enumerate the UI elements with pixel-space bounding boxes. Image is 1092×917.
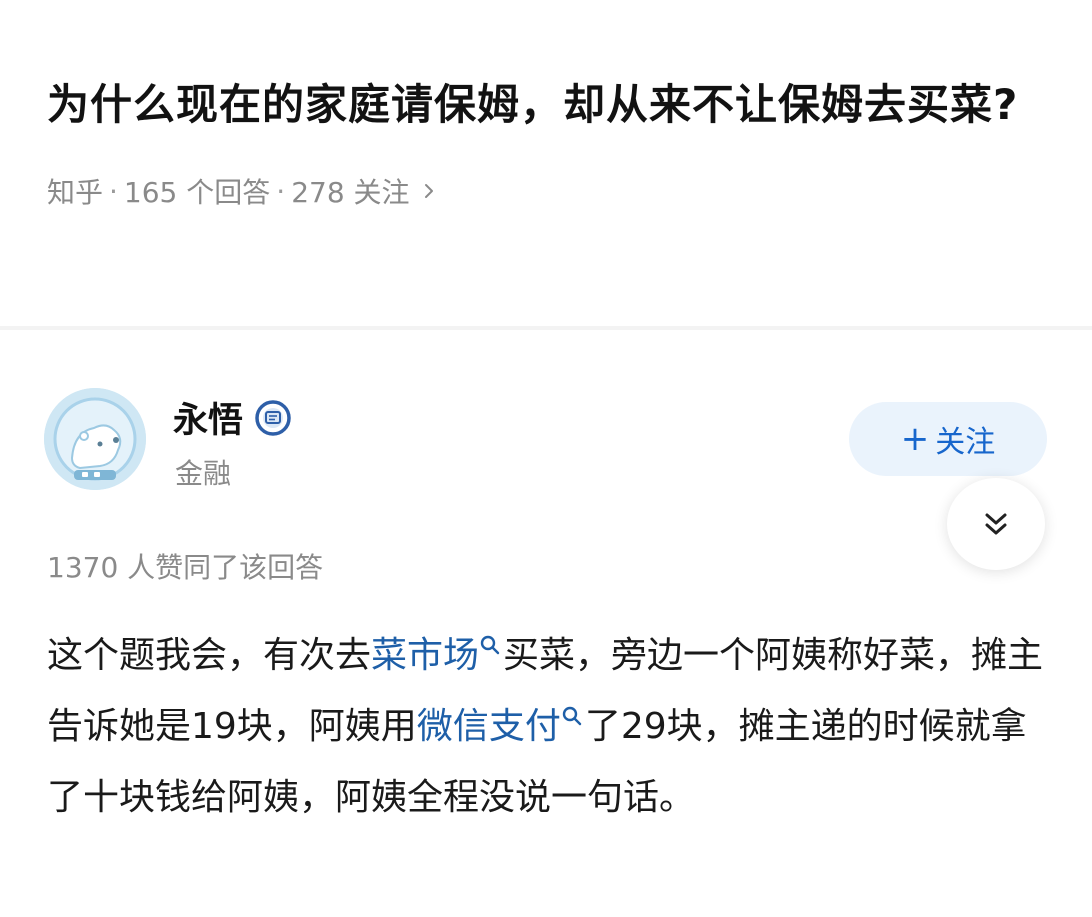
search-icon[interactable] <box>479 634 501 662</box>
author-name[interactable]: 永悟 <box>173 392 243 443</box>
question-title[interactable]: 为什么现在的家庭请保姆，却从来不让保姆去买菜? <box>47 68 1057 141</box>
answers-count: 165 个回答 <box>123 176 271 209</box>
chevron-right-icon <box>424 184 433 198</box>
meta-separator: · <box>109 174 118 208</box>
question-header: 为什么现在的家庭请保姆，却从来不让保姆去买菜? 知乎 · 165 个回答 · 2… <box>47 68 1057 211</box>
search-icon[interactable] <box>561 705 583 733</box>
keyword-link-wechat-pay[interactable]: 微信支付 <box>417 706 561 747</box>
content-text: 这个题我会，有次去 <box>47 635 372 676</box>
avatar[interactable] <box>44 388 146 490</box>
collapse-button[interactable] <box>947 478 1045 570</box>
vote-count: 1370 人赞同了该回答 <box>47 551 324 584</box>
double-chevron-down-icon <box>985 513 1007 535</box>
answer-card: 永悟 金融 + 关注 1370 人赞同了该回答 这个题我会，有次去菜市场 买菜，旁… <box>0 330 1092 917</box>
answer-content: 这个题我会，有次去菜市场 买菜，旁边一个阿姨称好菜，摊主告诉她是19块，阿姨用微信… <box>47 620 1057 833</box>
polar-bear-astronaut-avatar <box>44 388 146 490</box>
source-label: 知乎 <box>47 176 104 209</box>
author-name-row[interactable]: 永悟 <box>173 392 291 443</box>
plus-icon: + <box>900 419 930 459</box>
follow-button[interactable]: + 关注 <box>849 402 1047 476</box>
author-tag: 金融 <box>175 457 232 490</box>
question-meta[interactable]: 知乎 · 165 个回答 · 278 关注 <box>47 171 1057 211</box>
keyword-link-cai-shi-chang[interactable]: 菜市场 <box>371 635 479 676</box>
follow-label: 关注 <box>935 425 996 460</box>
verified-badge-icon <box>255 399 291 436</box>
meta-separator: · <box>276 174 286 208</box>
followers-count: 278 关注 <box>291 176 410 209</box>
